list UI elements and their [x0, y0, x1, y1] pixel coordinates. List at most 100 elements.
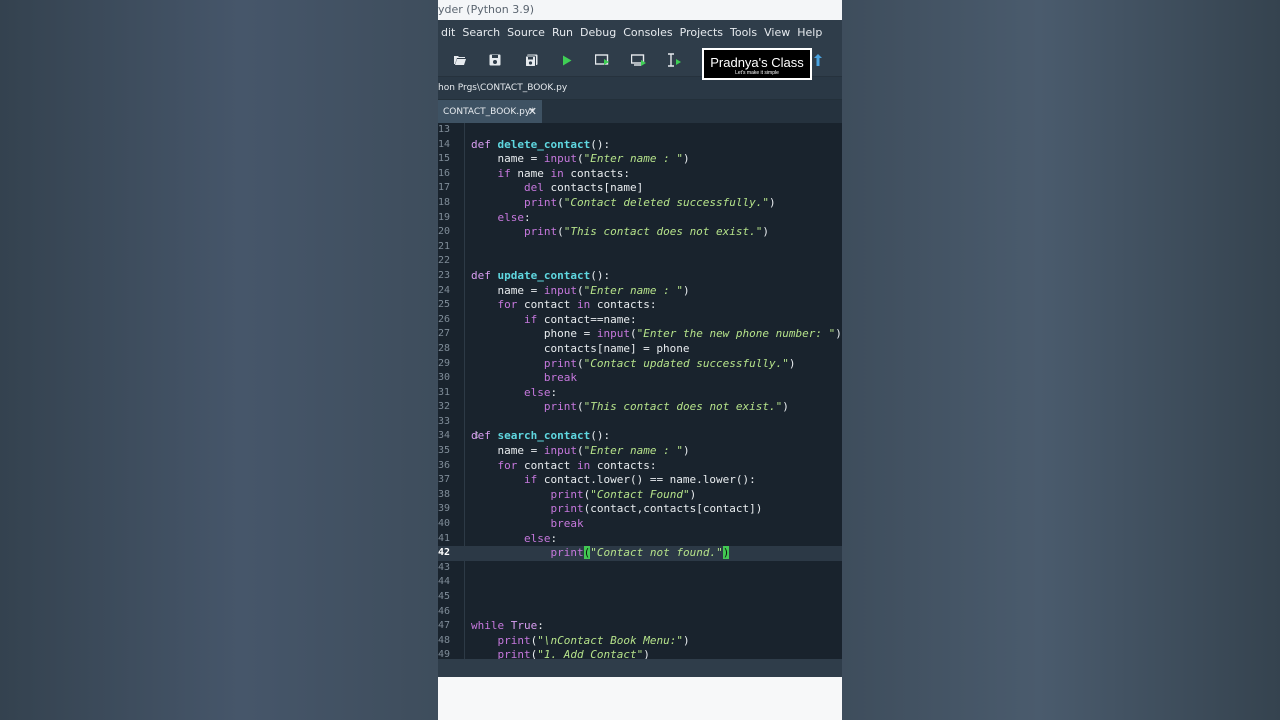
tab-contact-book[interactable]: CONTACT_BOOK.py* ✕	[438, 100, 542, 124]
code-line[interactable]: 19 else:	[438, 211, 842, 226]
line-number: 29	[438, 357, 451, 369]
menu-edit[interactable]: dit	[438, 26, 459, 39]
code-token: (	[557, 195, 564, 209]
close-icon[interactable]: ✕	[528, 100, 537, 124]
code-line[interactable]: 15 name = input("Enter name : ")	[438, 152, 842, 167]
code-line[interactable]: 44	[438, 575, 842, 590]
code-line[interactable]: 20 print("This contact does not exist.")	[438, 225, 842, 240]
code-line[interactable]: 40 break	[438, 517, 842, 532]
line-number: 17	[438, 182, 451, 194]
save-icon[interactable]	[487, 52, 503, 68]
file-path-bar: hon Prgs\CONTACT_BOOK.py	[438, 77, 842, 100]
code-line[interactable]: 41 else:	[438, 532, 842, 547]
code-token: ():	[590, 429, 611, 443]
code-token: break	[550, 517, 584, 531]
code-text: for contact in contacts:	[471, 298, 657, 313]
code-line[interactable]: 33	[438, 415, 842, 430]
code-token: else	[523, 531, 551, 545]
code-line[interactable]: 17 del contacts[name]	[438, 181, 842, 196]
code-line[interactable]: 32 print("This contact does not exist.")	[438, 400, 842, 415]
channel-watermark: Pradnya's Class Let's make it simple	[702, 48, 812, 80]
code-line[interactable]: 13	[438, 123, 842, 138]
code-line[interactable]: 49 print("1. Add Contact")	[438, 648, 842, 659]
line-number: 41	[438, 532, 451, 544]
menu-projects[interactable]: Projects	[677, 26, 727, 39]
code-line[interactable]: 39 print(contact,contacts[contact])	[438, 502, 842, 517]
code-line[interactable]: 24 name = input("Enter name : ")	[438, 284, 842, 299]
code-token: "Enter the new phone number: "	[636, 327, 836, 341]
code-editor[interactable]: 13 14 def delete_contact(): 15 name = input…	[438, 123, 842, 659]
run-cell-advance-icon[interactable]	[631, 52, 647, 68]
line-number: 23	[438, 269, 451, 281]
run-selection-icon[interactable]	[667, 52, 683, 68]
code-line[interactable]: 38 print("Contact Found")	[438, 488, 842, 503]
code-line[interactable]: 48 print("\nContact Book Menu:")	[438, 634, 842, 649]
upload-icon[interactable]	[810, 52, 826, 68]
run-icon[interactable]	[559, 52, 575, 68]
code-token: print	[497, 633, 531, 647]
code-token: (contact,contacts[contact])	[583, 502, 763, 516]
code-line[interactable]: 22	[438, 254, 842, 269]
code-token: )	[769, 195, 776, 209]
code-line[interactable]: 27 phone = input("Enter the new phone nu…	[438, 327, 842, 342]
code-line[interactable]: 42 print("Contact not found.")	[438, 546, 842, 561]
code-token: def	[471, 429, 498, 443]
code-line[interactable]: 28 contacts[name] = phone	[438, 342, 842, 357]
code-token: if	[497, 166, 511, 180]
run-cell-icon[interactable]	[595, 52, 611, 68]
code-line[interactable]: 46	[438, 605, 842, 620]
code-line[interactable]: 34 def search_contact():	[438, 429, 842, 444]
code-token: )	[682, 283, 690, 297]
code-line[interactable]: 30 break	[438, 371, 842, 386]
code-line[interactable]: 31 else:	[438, 386, 842, 401]
code-token: )	[689, 487, 697, 501]
menu-consoles[interactable]: Consoles	[620, 26, 676, 39]
code-text: else:	[471, 211, 531, 226]
code-line[interactable]: 26 if contact==name:	[438, 313, 842, 328]
code-line[interactable]: 23 def update_contact():	[438, 269, 842, 284]
menu-view[interactable]: View	[761, 26, 794, 39]
tab-label: CONTACT_BOOK.py*	[443, 107, 535, 117]
menu-debug[interactable]: Debug	[577, 26, 620, 39]
horizontal-scrollbar[interactable]	[438, 659, 842, 677]
line-number: 42	[438, 547, 451, 559]
code-line[interactable]: 29 print("Contact updated successfully."…	[438, 357, 842, 372]
code-line[interactable]: 45	[438, 590, 842, 605]
line-number: 45	[438, 591, 451, 602]
menu-tools[interactable]: Tools	[727, 26, 761, 39]
code-token: (	[629, 327, 637, 341]
code-line[interactable]: 35 name = input("Enter name : ")	[438, 444, 842, 459]
code-token: )	[643, 648, 650, 659]
code-token: update_contact	[497, 268, 591, 282]
code-line[interactable]: 37 if contact.lower() == name.lower():	[438, 473, 842, 488]
menu-source[interactable]: Source	[504, 26, 549, 39]
code-line[interactable]: 43	[438, 561, 842, 576]
line-number: 32	[438, 401, 451, 413]
line-number: 15	[438, 153, 451, 165]
code-text: print("Contact Found")	[471, 488, 696, 503]
code-line[interactable]: 25 for contact in contacts:	[438, 298, 842, 313]
code-line[interactable]: 21	[438, 240, 842, 255]
menu-run[interactable]: Run	[549, 26, 577, 39]
open-folder-icon[interactable]	[452, 52, 468, 68]
code-token: contacts[name] = phone	[471, 341, 690, 355]
code-text: break	[471, 517, 584, 532]
code-line[interactable]: 16 if name in contacts:	[438, 167, 842, 182]
save-all-icon[interactable]	[523, 52, 539, 68]
menu-help[interactable]: Help	[794, 26, 826, 39]
code-line[interactable]: 18 print("Contact deleted successfully."…	[438, 196, 842, 211]
code-line[interactable]: 14 def delete_contact():	[438, 138, 842, 153]
code-line[interactable]: 47 while True:	[438, 619, 842, 634]
code-token: :	[537, 619, 544, 633]
menu-search[interactable]: Search	[459, 26, 504, 39]
code-token: phone =	[471, 327, 597, 341]
code-token: print	[550, 546, 584, 560]
line-number: 39	[438, 503, 451, 515]
code-line[interactable]: 36 for contact in contacts:	[438, 459, 842, 474]
